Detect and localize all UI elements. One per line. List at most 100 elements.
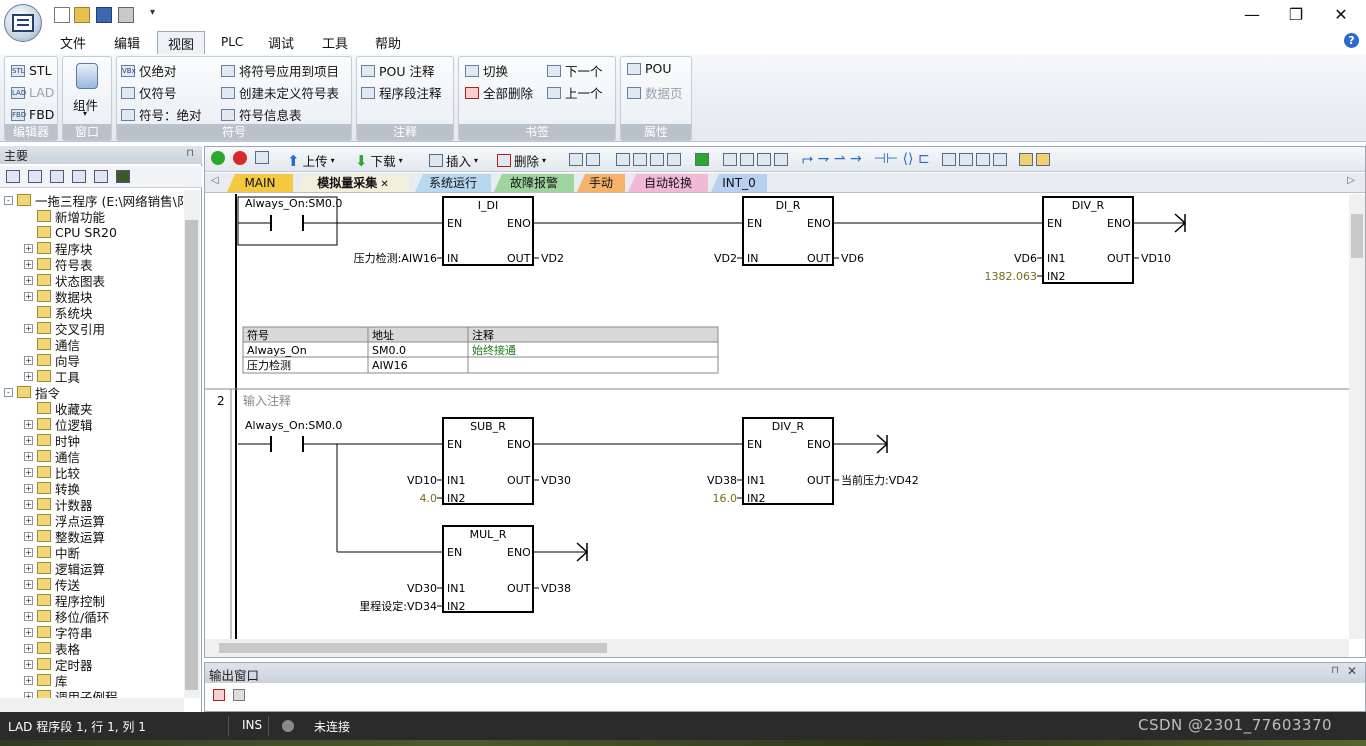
expand-icon[interactable]: +	[24, 611, 33, 621]
expand-icon[interactable]: +	[24, 323, 33, 333]
operand[interactable]: 当前压力:VD42	[841, 473, 919, 487]
previous-bookmark-button[interactable]: 上一个	[547, 83, 603, 102]
operand[interactable]: VD6	[1014, 252, 1037, 265]
tool-icon[interactable]	[757, 152, 771, 166]
fbd-button[interactable]: FBD FBD	[11, 107, 54, 122]
print-icon[interactable]	[118, 7, 134, 23]
download-button[interactable]: ⬇ 下载 ▾	[355, 151, 403, 170]
menu-edit[interactable]: 编辑	[114, 33, 140, 52]
operand[interactable]: VD30	[541, 474, 571, 487]
lad-button[interactable]: LAD LAD	[11, 85, 54, 100]
operand[interactable]: VD2	[541, 252, 564, 265]
tool-icon[interactable]	[650, 152, 664, 166]
operand[interactable]: 压力检测:AIW16	[354, 251, 437, 265]
operand[interactable]: VD30	[407, 582, 437, 595]
close-button[interactable]: ✕	[1327, 4, 1355, 26]
contact-label[interactable]: Always_On:SM0.0	[245, 419, 342, 432]
tree-horizontal-scrollbar[interactable]	[0, 698, 184, 712]
expand-icon[interactable]: +	[24, 275, 33, 285]
branch-icon[interactable]: ⮣ ⇁ ⇀ →	[802, 151, 862, 167]
expand-icon[interactable]: +	[24, 371, 33, 381]
tab-2[interactable]: 系统运行	[415, 174, 491, 192]
open-folder-icon[interactable]	[74, 7, 90, 23]
expand-icon[interactable]: +	[24, 355, 33, 365]
app-menu-button[interactable]	[4, 4, 42, 42]
expand-icon[interactable]: +	[24, 547, 33, 557]
contact-icon[interactable]: ⊣⊢ ⟨⟩ ⊏	[874, 151, 930, 167]
data-page-button[interactable]: 数据页	[627, 83, 683, 102]
menu-debug[interactable]: 调试	[268, 33, 294, 52]
new-file-icon[interactable]	[54, 7, 70, 23]
operand[interactable]: VD10	[1141, 252, 1171, 265]
network-comment-button[interactable]: 程序段注释	[361, 83, 442, 102]
tool-icon[interactable]	[586, 152, 600, 166]
stl-button[interactable]: STL STL	[11, 63, 52, 78]
expand-icon[interactable]: +	[24, 467, 33, 477]
operand[interactable]: VD2	[714, 252, 737, 265]
tree-item[interactable]: - 指令	[4, 384, 60, 401]
tool-icon[interactable]	[633, 152, 647, 166]
tab-scroll-right-icon[interactable]: ▷	[1347, 175, 1355, 186]
close-icon[interactable]: ✕	[1347, 664, 1357, 678]
expand-icon[interactable]: +	[24, 675, 33, 685]
lock-icon[interactable]	[740, 152, 754, 166]
expand-icon[interactable]: +	[24, 579, 33, 589]
create-undefined-symbols-button[interactable]: 创建未定义符号表	[221, 83, 339, 102]
key-icon[interactable]	[1035, 152, 1050, 166]
view-icon[interactable]	[72, 170, 86, 183]
upload-button[interactable]: ⬆ 上传 ▾	[287, 151, 335, 170]
tab-6[interactable]: INT_0	[711, 174, 767, 192]
insert-button[interactable]: 插入 ▾	[429, 151, 478, 170]
clear-output-icon[interactable]	[213, 689, 225, 701]
close-tab-icon[interactable]: ✕	[377, 179, 388, 190]
pou-comment-button[interactable]: POU 注释	[361, 61, 435, 80]
tab-5[interactable]: 自动轮换	[628, 174, 708, 192]
menu-help[interactable]: 帮助	[375, 33, 401, 52]
expand-icon[interactable]: +	[24, 595, 33, 605]
expand-icon[interactable]: +	[24, 531, 33, 541]
expand-icon[interactable]: +	[24, 659, 33, 669]
tree-vertical-scrollbar[interactable]	[184, 190, 200, 698]
expand-icon[interactable]: +	[24, 563, 33, 573]
constant-operand[interactable]: 4.0	[420, 492, 438, 505]
toggle-bookmark-button[interactable]: 切换	[465, 61, 508, 80]
tool-icon[interactable]	[667, 152, 681, 166]
tool-icon[interactable]	[941, 152, 956, 166]
expand-icon[interactable]: +	[24, 291, 33, 301]
stop-button[interactable]	[233, 151, 247, 165]
constant-operand[interactable]: 16.0	[713, 492, 738, 505]
editor-horizontal-scrollbar[interactable]	[205, 639, 1349, 657]
save-icon[interactable]	[96, 7, 112, 23]
tool-icon[interactable]	[569, 152, 583, 166]
tab-scroll-left-icon[interactable]: ◁	[211, 175, 219, 186]
operand[interactable]: VD38	[707, 474, 737, 487]
tab-3[interactable]: 故障报警	[494, 174, 574, 192]
tool-icon[interactable]	[695, 152, 709, 166]
maximize-button[interactable]: ❐	[1282, 4, 1310, 26]
customize-quick-access-icon[interactable]: ▾	[150, 7, 160, 23]
help-icon[interactable]: ?	[1344, 33, 1359, 48]
toolbar-tools[interactable]: ⮣ ⇁ ⇀ → ⊣⊢ ⟨⟩ ⊏	[569, 151, 1050, 167]
expand-icon[interactable]: +	[24, 627, 33, 637]
absolute-only-button[interactable]: VBx 仅绝对	[121, 61, 177, 80]
pou-properties-button[interactable]: POU	[627, 61, 672, 76]
delete-all-bookmarks-button[interactable]: 全部删除	[465, 83, 533, 102]
operand[interactable]: 里程设定:VD34	[359, 599, 437, 613]
collapse-icon[interactable]: -	[4, 387, 13, 397]
operand[interactable]: VD38	[541, 582, 571, 595]
tool-icon[interactable]	[992, 152, 1007, 166]
contact-label[interactable]: Always_On:SM0.0	[245, 197, 342, 210]
tab-1[interactable]: 模拟量采集 ✕	[297, 174, 409, 192]
tool-icon[interactable]	[774, 152, 788, 166]
lock-icon[interactable]	[723, 152, 737, 166]
view-icon[interactable]	[6, 170, 20, 183]
tool-icon[interactable]	[975, 152, 990, 166]
tree-item[interactable]: 新增功能	[24, 208, 105, 225]
minimize-button[interactable]: —	[1238, 4, 1266, 26]
monitor-icon[interactable]	[116, 170, 130, 183]
apply-symbols-button[interactable]: 将符号应用到项目	[221, 61, 339, 80]
menu-file[interactable]: 文件	[60, 33, 86, 52]
next-bookmark-button[interactable]: 下一个	[547, 61, 603, 80]
symbol-absolute-button[interactable]: 符号：绝对	[121, 105, 202, 124]
symbol-info-table-button[interactable]: 符号信息表	[221, 105, 302, 124]
